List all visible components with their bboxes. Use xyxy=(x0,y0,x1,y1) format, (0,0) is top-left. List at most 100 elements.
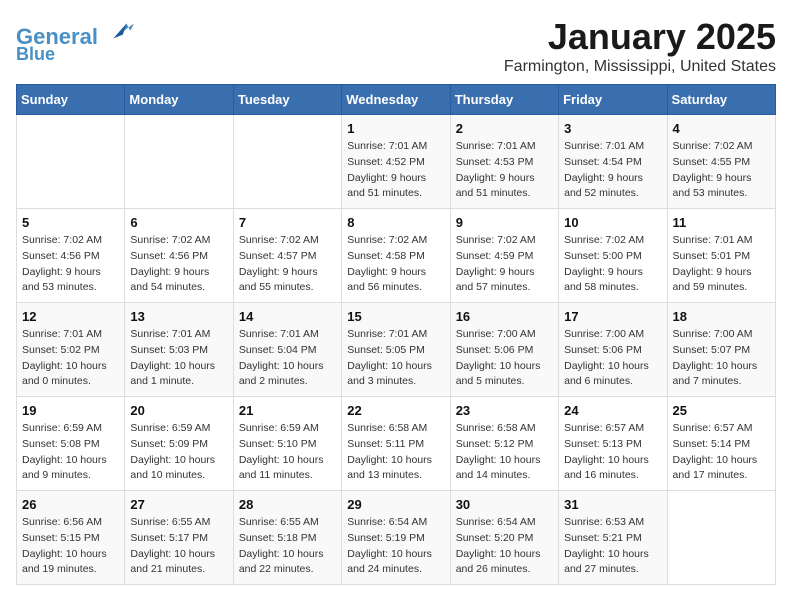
calendar-cell: 27Sunrise: 6:55 AM Sunset: 5:17 PM Dayli… xyxy=(125,491,233,585)
calendar-cell: 23Sunrise: 6:58 AM Sunset: 5:12 PM Dayli… xyxy=(450,397,558,491)
calendar-cell: 31 Sunrise: 6:53 AM Sunset: 5:21 PM Dayli… xyxy=(559,491,667,585)
calendar-cell: 19 Sunrise: 6:59 AM Sunset: 5:08 PM Dayli… xyxy=(17,397,125,491)
weekday-header-thursday: Thursday xyxy=(450,85,558,115)
day-number: 2 xyxy=(456,121,553,136)
calendar-cell: 10 Sunrise: 7:02 AM Sunset: 5:00 PM Dayli… xyxy=(559,209,667,303)
calendar-cell: 30 Sunrise: 6:54 AM Sunset: 5:20 PM Dayli… xyxy=(450,491,558,585)
day-number: 8 xyxy=(347,215,444,230)
calendar-cell: 13 Sunrise: 7:01 AM Sunset: 5:03 PM Dayli… xyxy=(125,303,233,397)
day-info: Sunrise: 7:01 AM Sunset: 5:02 PM Dayligh… xyxy=(22,327,119,390)
calendar-header-row: SundayMondayTuesdayWednesdayThursdayFrid… xyxy=(17,85,776,115)
calendar-cell: 4 Sunrise: 7:02 AM Sunset: 4:55 PM Daylig… xyxy=(667,115,775,209)
calendar-cell: 25 Sunrise: 6:57 AM Sunset: 5:14 PM Dayli… xyxy=(667,397,775,491)
day-number: 23 xyxy=(456,403,553,418)
calendar-week-row: 12 Sunrise: 7:01 AM Sunset: 5:02 PM Dayli… xyxy=(17,303,776,397)
day-info: Sunrise: 7:01 AM Sunset: 4:52 PM Dayligh… xyxy=(347,139,444,202)
calendar-cell: 20 Sunrise: 6:59 AM Sunset: 5:09 PM Dayli… xyxy=(125,397,233,491)
day-info: Sunrise: 6:57 AM Sunset: 5:14 PM Dayligh… xyxy=(673,421,770,484)
day-info: Sunrise: 7:01 AM Sunset: 4:53 PM Dayligh… xyxy=(456,139,553,202)
day-info: Sunrise: 7:02 AM Sunset: 5:00 PM Dayligh… xyxy=(564,233,661,296)
calendar-cell: 9 Sunrise: 7:02 AM Sunset: 4:59 PM Daylig… xyxy=(450,209,558,303)
day-number: 20 xyxy=(130,403,227,418)
calendar-cell xyxy=(233,115,341,209)
day-info: Sunrise: 6:59 AM Sunset: 5:09 PM Dayligh… xyxy=(130,421,227,484)
day-info: Sunrise: 7:01 AM Sunset: 5:04 PM Dayligh… xyxy=(239,327,336,390)
calendar-cell: 8Sunrise: 7:02 AM Sunset: 4:58 PM Daylig… xyxy=(342,209,450,303)
calendar-cell: 29Sunrise: 6:54 AM Sunset: 5:19 PM Dayli… xyxy=(342,491,450,585)
calendar-cell: 21 Sunrise: 6:59 AM Sunset: 5:10 PM Dayli… xyxy=(233,397,341,491)
day-number: 13 xyxy=(130,309,227,324)
calendar-cell: 18 Sunrise: 7:00 AM Sunset: 5:07 PM Dayli… xyxy=(667,303,775,397)
day-number: 25 xyxy=(673,403,770,418)
day-number: 31 xyxy=(564,497,661,512)
day-number: 18 xyxy=(673,309,770,324)
day-number: 10 xyxy=(564,215,661,230)
day-info: Sunrise: 6:54 AM Sunset: 5:19 PM Dayligh… xyxy=(347,515,444,578)
calendar-cell: 6 Sunrise: 7:02 AM Sunset: 4:56 PM Daylig… xyxy=(125,209,233,303)
day-number: 11 xyxy=(673,215,770,230)
calendar-cell: 5 Sunrise: 7:02 AM Sunset: 4:56 PM Daylig… xyxy=(17,209,125,303)
calendar-cell xyxy=(667,491,775,585)
day-number: 22 xyxy=(347,403,444,418)
day-info: Sunrise: 6:58 AM Sunset: 5:11 PM Dayligh… xyxy=(347,421,444,484)
day-number: 12 xyxy=(22,309,119,324)
logo: General Blue xyxy=(16,16,134,65)
day-number: 14 xyxy=(239,309,336,324)
location: Farmington, Mississippi, United States xyxy=(504,58,776,76)
calendar-week-row: 26Sunrise: 6:56 AM Sunset: 5:15 PM Dayli… xyxy=(17,491,776,585)
calendar-cell: 7 Sunrise: 7:02 AM Sunset: 4:57 PM Daylig… xyxy=(233,209,341,303)
day-info: Sunrise: 7:00 AM Sunset: 5:07 PM Dayligh… xyxy=(673,327,770,390)
day-info: Sunrise: 6:53 AM Sunset: 5:21 PM Dayligh… xyxy=(564,515,661,578)
day-number: 15 xyxy=(347,309,444,324)
calendar-cell: 16Sunrise: 7:00 AM Sunset: 5:06 PM Dayli… xyxy=(450,303,558,397)
calendar-cell: 14 Sunrise: 7:01 AM Sunset: 5:04 PM Dayli… xyxy=(233,303,341,397)
calendar-week-row: 1 Sunrise: 7:01 AM Sunset: 4:52 PM Daylig… xyxy=(17,115,776,209)
weekday-header-friday: Friday xyxy=(559,85,667,115)
day-number: 21 xyxy=(239,403,336,418)
day-info: Sunrise: 7:02 AM Sunset: 4:55 PM Dayligh… xyxy=(673,139,770,202)
day-info: Sunrise: 7:01 AM Sunset: 5:01 PM Dayligh… xyxy=(673,233,770,296)
day-number: 7 xyxy=(239,215,336,230)
day-number: 16 xyxy=(456,309,553,324)
day-info: Sunrise: 7:02 AM Sunset: 4:56 PM Dayligh… xyxy=(130,233,227,296)
day-number: 30 xyxy=(456,497,553,512)
day-info: Sunrise: 6:54 AM Sunset: 5:20 PM Dayligh… xyxy=(456,515,553,578)
calendar-cell xyxy=(17,115,125,209)
day-number: 28 xyxy=(239,497,336,512)
weekday-header-tuesday: Tuesday xyxy=(233,85,341,115)
calendar-cell: 15 Sunrise: 7:01 AM Sunset: 5:05 PM Dayli… xyxy=(342,303,450,397)
calendar-cell: 1 Sunrise: 7:01 AM Sunset: 4:52 PM Daylig… xyxy=(342,115,450,209)
day-info: Sunrise: 7:02 AM Sunset: 4:57 PM Dayligh… xyxy=(239,233,336,296)
calendar-week-row: 19 Sunrise: 6:59 AM Sunset: 5:08 PM Dayli… xyxy=(17,397,776,491)
day-number: 4 xyxy=(673,121,770,136)
day-number: 27 xyxy=(130,497,227,512)
calendar-week-row: 5 Sunrise: 7:02 AM Sunset: 4:56 PM Daylig… xyxy=(17,209,776,303)
weekday-header-monday: Monday xyxy=(125,85,233,115)
day-number: 19 xyxy=(22,403,119,418)
calendar-cell xyxy=(125,115,233,209)
day-info: Sunrise: 6:55 AM Sunset: 5:18 PM Dayligh… xyxy=(239,515,336,578)
calendar-cell: 3Sunrise: 7:01 AM Sunset: 4:54 PM Daylig… xyxy=(559,115,667,209)
day-info: Sunrise: 6:59 AM Sunset: 5:10 PM Dayligh… xyxy=(239,421,336,484)
calendar-cell: 22 Sunrise: 6:58 AM Sunset: 5:11 PM Dayli… xyxy=(342,397,450,491)
day-number: 26 xyxy=(22,497,119,512)
calendar-cell: 12 Sunrise: 7:01 AM Sunset: 5:02 PM Dayli… xyxy=(17,303,125,397)
day-info: Sunrise: 7:02 AM Sunset: 4:56 PM Dayligh… xyxy=(22,233,119,296)
day-info: Sunrise: 7:01 AM Sunset: 5:03 PM Dayligh… xyxy=(130,327,227,390)
weekday-header-saturday: Saturday xyxy=(667,85,775,115)
day-number: 5 xyxy=(22,215,119,230)
day-number: 6 xyxy=(130,215,227,230)
day-info: Sunrise: 6:59 AM Sunset: 5:08 PM Dayligh… xyxy=(22,421,119,484)
day-number: 9 xyxy=(456,215,553,230)
day-number: 1 xyxy=(347,121,444,136)
title-block: January 2025 Farmington, Mississippi, Un… xyxy=(504,16,776,76)
day-info: Sunrise: 7:01 AM Sunset: 5:05 PM Dayligh… xyxy=(347,327,444,390)
calendar-cell: 11 Sunrise: 7:01 AM Sunset: 5:01 PM Dayli… xyxy=(667,209,775,303)
weekday-header-sunday: Sunday xyxy=(17,85,125,115)
month-year: January 2025 xyxy=(504,16,776,58)
day-info: Sunrise: 6:57 AM Sunset: 5:13 PM Dayligh… xyxy=(564,421,661,484)
day-number: 17 xyxy=(564,309,661,324)
day-info: Sunrise: 7:02 AM Sunset: 4:59 PM Dayligh… xyxy=(456,233,553,296)
calendar-cell: 26Sunrise: 6:56 AM Sunset: 5:15 PM Dayli… xyxy=(17,491,125,585)
day-number: 24 xyxy=(564,403,661,418)
